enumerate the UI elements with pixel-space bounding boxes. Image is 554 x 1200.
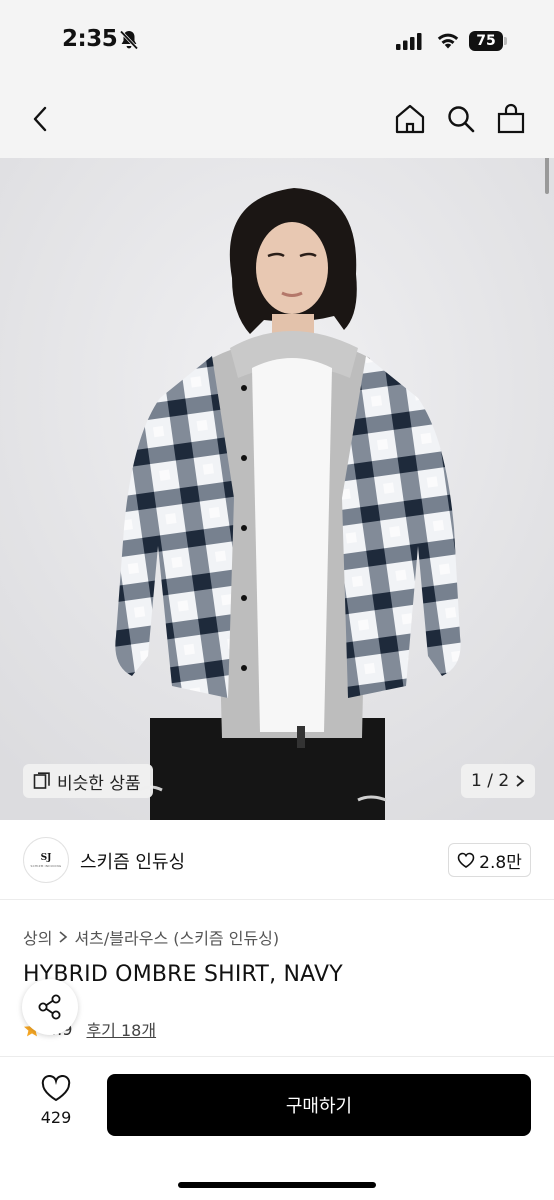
product-photo — [0, 158, 554, 820]
breadcrumb-category[interactable]: 상의 — [23, 925, 52, 949]
shop-logo-subtext: SCHIZM INDUCING — [30, 863, 62, 868]
search-button[interactable] — [442, 100, 480, 138]
image-pager-label: 1 / 2 — [471, 771, 510, 791]
cart-button[interactable] — [492, 100, 530, 138]
status-bar: 2:35 75 — [0, 0, 554, 82]
wishlist-button[interactable]: 429 — [28, 1074, 84, 1127]
home-icon — [395, 104, 425, 134]
share-icon — [38, 994, 61, 1020]
status-time: 2:35 — [62, 26, 118, 52]
reviews-link[interactable]: 후기 18개 — [86, 1017, 156, 1041]
breadcrumb-subcategory[interactable]: 셔츠/블라우스 (스키즘 인듀싱) — [74, 925, 279, 949]
signal-icon — [396, 33, 422, 54]
shop-logo[interactable]: SJ SCHIZM INDUCING — [23, 837, 69, 883]
shop-like-count: 2.8만 — [479, 852, 522, 873]
search-icon — [448, 106, 475, 133]
scroll-indicator — [545, 158, 549, 194]
similar-products-button[interactable]: 비슷한 상품 — [23, 764, 153, 798]
shop-like-button[interactable]: 2.8만 — [448, 843, 531, 877]
buy-button[interactable]: 구매하기 — [107, 1074, 531, 1136]
chevron-right-icon — [59, 931, 68, 943]
wishlist-count: 429 — [40, 1108, 72, 1127]
battery-level: 75 — [469, 31, 503, 51]
heart-outline-icon — [457, 852, 475, 868]
wifi-icon — [436, 30, 460, 54]
shop-row[interactable]: SJ SCHIZM INDUCING 스키즘 인듀싱 2.8만 — [0, 820, 554, 900]
heart-outline-icon — [41, 1074, 71, 1102]
shop-name[interactable]: 스키즘 인듀싱 — [80, 848, 185, 874]
home-indicator — [178, 1182, 376, 1188]
home-button[interactable] — [391, 100, 429, 138]
product-image-carousel[interactable] — [0, 158, 554, 820]
bell-muted-icon — [118, 29, 140, 55]
back-icon — [33, 106, 47, 132]
battery-icon: 75 — [469, 31, 507, 51]
top-nav — [0, 82, 554, 158]
share-button[interactable] — [22, 979, 78, 1035]
similar-products-label: 비슷한 상품 — [57, 773, 141, 794]
shop-logo-mark: SJ — [40, 852, 52, 863]
image-pager[interactable]: 1 / 2 — [461, 764, 536, 798]
back-button[interactable] — [22, 100, 60, 138]
breadcrumb: 상의 셔츠/블라우스 (스키즘 인듀싱) — [23, 925, 279, 949]
similar-icon — [33, 772, 50, 789]
bottom-action-bar: 429 구매하기 — [0, 1056, 554, 1200]
chevron-right-icon — [516, 775, 525, 787]
bag-icon — [497, 103, 525, 134]
product-title: HYBRID OMBRE SHIRT, NAVY — [23, 962, 343, 987]
